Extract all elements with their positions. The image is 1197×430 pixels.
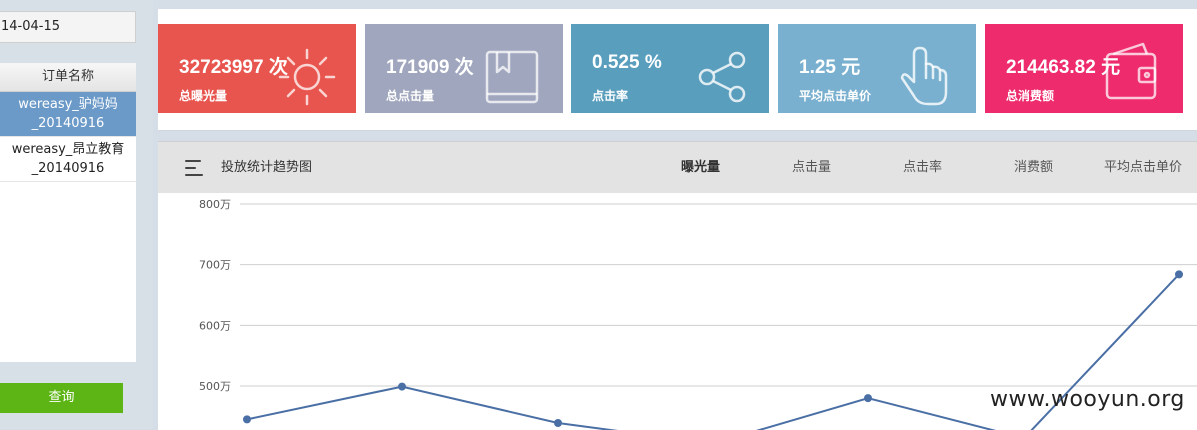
data-point[interactable] <box>1175 270 1183 279</box>
y-tick-label: 700万 <box>199 259 231 272</box>
data-point[interactable] <box>398 382 406 391</box>
tab-impressions[interactable]: 曝光量 <box>681 142 720 193</box>
chart-header: 投放统计趋势图 曝光量 点击量 点击率 消费额 平均点击单价 <box>158 142 1197 193</box>
wallet-icon <box>1105 42 1157 100</box>
date-input[interactable]: 14-04-15 <box>0 11 136 43</box>
order-list-header: 订单名称 <box>0 63 136 92</box>
stat-label: 点击率 <box>592 89 629 103</box>
share-icon <box>698 51 746 103</box>
tab-ctr[interactable]: 点击率 <box>903 142 942 193</box>
stats-panel: 32723997 次 总曝光量 171909 次 总点击量 0.525 % 点击… <box>158 9 1197 131</box>
stat-value: 1.25 元 <box>799 57 861 78</box>
order-item-name: wereasy_驴妈妈 <box>18 97 118 112</box>
order-item-name: wereasy_昂立教育 <box>11 142 125 157</box>
chart-title: 投放统计趋势图 <box>221 160 313 175</box>
book-icon <box>485 50 539 104</box>
hand-pointer-icon <box>900 46 948 106</box>
stat-value: 0.525 % <box>592 52 662 73</box>
tab-avg-cpc[interactable]: 平均点击单价 <box>1104 142 1182 193</box>
watermark: www.wooyun.org <box>990 387 1185 412</box>
stat-card-impressions: 32723997 次 总曝光量 <box>158 24 356 113</box>
y-tick-label: 600万 <box>199 319 231 332</box>
order-item-date: _20140916 <box>31 116 105 131</box>
stat-value: 171909 次 <box>386 57 474 78</box>
order-list: 订单名称 wereasy_驴妈妈 _20140916 wereasy_昂立教育 … <box>0 63 136 362</box>
data-point[interactable] <box>243 415 251 424</box>
stat-card-avg-cpc: 1.25 元 平均点击单价 <box>778 24 976 113</box>
order-item-angli[interactable]: wereasy_昂立教育 _20140916 <box>0 137 136 182</box>
stat-label: 总消费额 <box>1006 89 1055 103</box>
data-point[interactable] <box>864 394 872 403</box>
stat-label: 总曝光量 <box>179 89 228 103</box>
y-tick-label: 800万 <box>199 198 231 211</box>
query-button[interactable]: 查询 <box>0 383 123 413</box>
stat-card-spend: 214463.82 元 总消费额 <box>985 24 1183 113</box>
stat-card-clicks: 171909 次 总点击量 <box>365 24 563 113</box>
stat-label: 总点击量 <box>386 89 435 103</box>
tab-clicks[interactable]: 点击量 <box>792 142 831 193</box>
order-item-date: _20140916 <box>31 161 105 176</box>
order-item-lvmama[interactable]: wereasy_驴妈妈 _20140916 <box>0 92 136 137</box>
sidebar: 14-04-15 订单名称 wereasy_驴妈妈 _20140916 were… <box>0 0 153 429</box>
stat-label: 平均点击单价 <box>799 89 872 103</box>
tab-spend[interactable]: 消费额 <box>1014 142 1053 193</box>
data-point[interactable] <box>554 419 562 428</box>
sun-icon <box>278 48 336 106</box>
y-tick-label: 500万 <box>199 380 231 393</box>
list-icon <box>185 160 203 176</box>
stat-card-ctr: 0.525 % 点击率 <box>571 24 769 113</box>
